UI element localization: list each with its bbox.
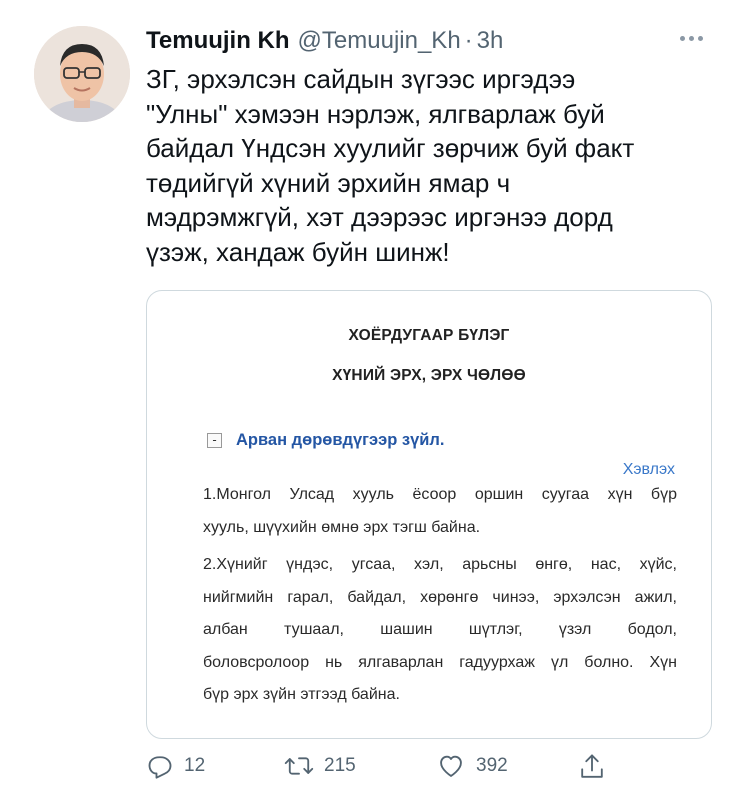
retweet-icon (284, 757, 314, 775)
more-dot (680, 35, 685, 41)
retweet-button[interactable]: 215 (284, 752, 356, 780)
paragraph-line: боловсролоор нь ялгаварлан гадуурхаж үл … (203, 653, 677, 671)
reply-icon (148, 756, 172, 779)
like-count: 392 (476, 755, 508, 776)
share-button[interactable] (578, 752, 606, 782)
print-link[interactable]: Хэвлэх (623, 461, 675, 479)
tweet-text: ЗГ, эрхэлсэн сайдын зүгээс иргэдээ "Улны… (146, 62, 716, 269)
chapter-title: ХҮНИЙ ЭРХ, ЭРХ ЧӨЛӨӨ (332, 367, 526, 384)
tweet-time[interactable]: 3h (477, 27, 504, 55)
article-title[interactable]: Арван дөрөвдүгээр зүйл. (236, 431, 445, 450)
more-dot (698, 35, 703, 41)
article-heading: - Арван дөрөвдүгээр зүйл. (207, 431, 445, 450)
media-image[interactable]: ХОЁРДУГААР БҮЛЭГ ХҮНИЙ ЭРХ, ЭРХ ЧӨЛӨӨ - … (146, 290, 712, 739)
collapse-toggle[interactable]: - (207, 433, 222, 448)
article-paragraph-2: 2.Хүнийг үндэс, угсаа, хэл, арьсны өнгө,… (203, 549, 677, 712)
tweet-actions: 12 215 392 (146, 752, 706, 786)
like-button[interactable]: 392 (436, 752, 508, 780)
paragraph-line: нийгмийн гарал, байдал, хөрөнгө чинээ, э… (203, 588, 677, 606)
paragraph-line: бүр эрх зүйн этгээд байна. (203, 686, 400, 703)
author-name[interactable]: Temuujin Kh (146, 27, 290, 55)
more-icon[interactable] (680, 28, 710, 48)
tweet-text-line: байдал Үндсэн хуулийг зөрчиж буй факт (146, 133, 635, 163)
article-paragraph-1: 1.Монгол Улсад хууль ёсоор оршин суугаа … (203, 479, 677, 544)
author-handle[interactable]: @Temuujin_Kh (298, 27, 461, 55)
share-icon (581, 754, 603, 778)
reply-button[interactable]: 12 (146, 752, 205, 780)
like-icon (440, 755, 462, 777)
tweet-header: Temuujin Kh @Temuujin_Kh · 3h (146, 27, 503, 57)
avatar-photo (34, 26, 130, 122)
tweet-text-line: үзэж, хандаж буйн шинж! (146, 236, 450, 267)
paragraph-line: 1.Монгол Улсад хууль ёсоор оршин суугаа … (203, 486, 677, 503)
tweet-text-line: мэдрэмжгүй, хэт дээрээс иргэнээ дорд (146, 202, 613, 232)
avatar[interactable] (34, 26, 130, 122)
paragraph-line: хууль, шүүхийн өмнө эрх тэгш байна. (203, 518, 481, 536)
tweet-text-line: ЗГ, эрхэлсэн сайдын зүгээс иргэдээ (146, 64, 576, 94)
tweet: Temuujin Kh @Temuujin_Kh · 3h ЗГ, эрхэлс… (0, 0, 744, 808)
retweet-count: 215 (324, 755, 356, 776)
more-dot (689, 35, 694, 41)
paragraph-line: албан тушаал, шашин шүтлэг, үзэл бодол, (203, 621, 677, 638)
reply-count: 12 (184, 755, 206, 776)
law-document: ХОЁРДУГААР БҮЛЭГ ХҮНИЙ ЭРХ, ЭРХ ЧӨЛӨӨ - … (147, 291, 711, 738)
chapter-number: ХОЁРДУГААР БҮЛЭГ (348, 327, 510, 344)
tweet-text-line: төдийгүй хүний эрхийн ямар ч (146, 167, 511, 198)
paragraph-line: 2.Хүнийг үндэс, угсаа, хэл, арьсны өнгө,… (203, 556, 677, 573)
tweet-text-line: "Улны" хэмээн нэрлэж, ялгварлаж буй (146, 98, 605, 129)
header-separator: · (464, 27, 473, 54)
